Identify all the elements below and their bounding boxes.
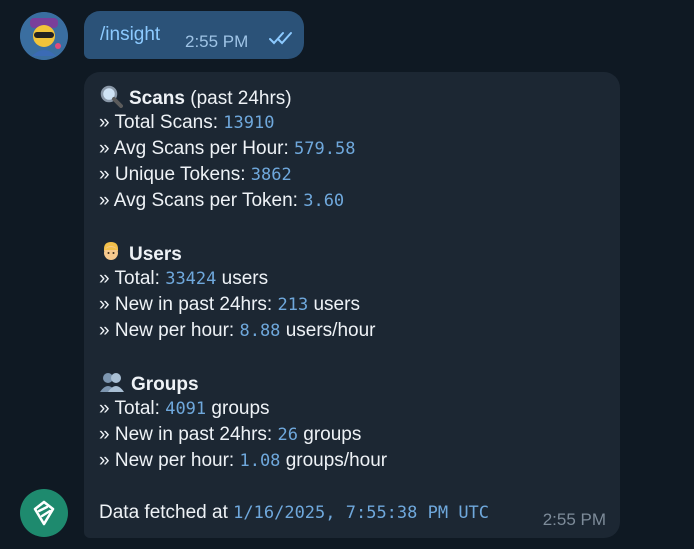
- stat-row: » Total Scans: 13910: [99, 112, 275, 133]
- stat-row: » New in past 24hrs: 26 groups: [99, 424, 362, 445]
- stat-row: » Avg Scans per Token: 3.60: [99, 190, 345, 211]
- bot-logo-icon: [33, 500, 55, 526]
- bot-avatar[interactable]: [20, 489, 68, 537]
- stat-row: » Total: 33424 users: [99, 268, 269, 289]
- stat-row: » New per hour: 8.88 users/hour: [99, 320, 376, 341]
- command-text: /insight: [100, 24, 161, 45]
- fetched-at-line: Data fetched at 1/16/2025, 7:55:38 PM UT…: [99, 502, 490, 523]
- message-time: 2:55 PM: [542, 510, 606, 529]
- stat-row: » Unique Tokens: 3862: [99, 164, 292, 185]
- stat-row: » Total: 4091 groups: [99, 398, 270, 419]
- outgoing-message[interactable]: /insight 2:55 PM: [84, 11, 304, 59]
- user-avatar[interactable]: [20, 12, 68, 60]
- stat-row: » Avg Scans per Hour: 579.58: [99, 138, 356, 159]
- message-time: 2:55 PM: [185, 32, 249, 51]
- double-check-icon: [269, 31, 295, 50]
- incoming-message[interactable]: Scans (past 24hrs) » Total Scans: 13910 …: [84, 72, 620, 538]
- cartoon-avatar-icon: [20, 12, 68, 60]
- chat-view: /insight 2:55 PM Scans (past 24hrs) » To…: [0, 0, 694, 549]
- stat-row: » New per hour: 1.08 groups/hour: [99, 450, 388, 471]
- stat-row: » New in past 24hrs: 213 users: [99, 294, 360, 315]
